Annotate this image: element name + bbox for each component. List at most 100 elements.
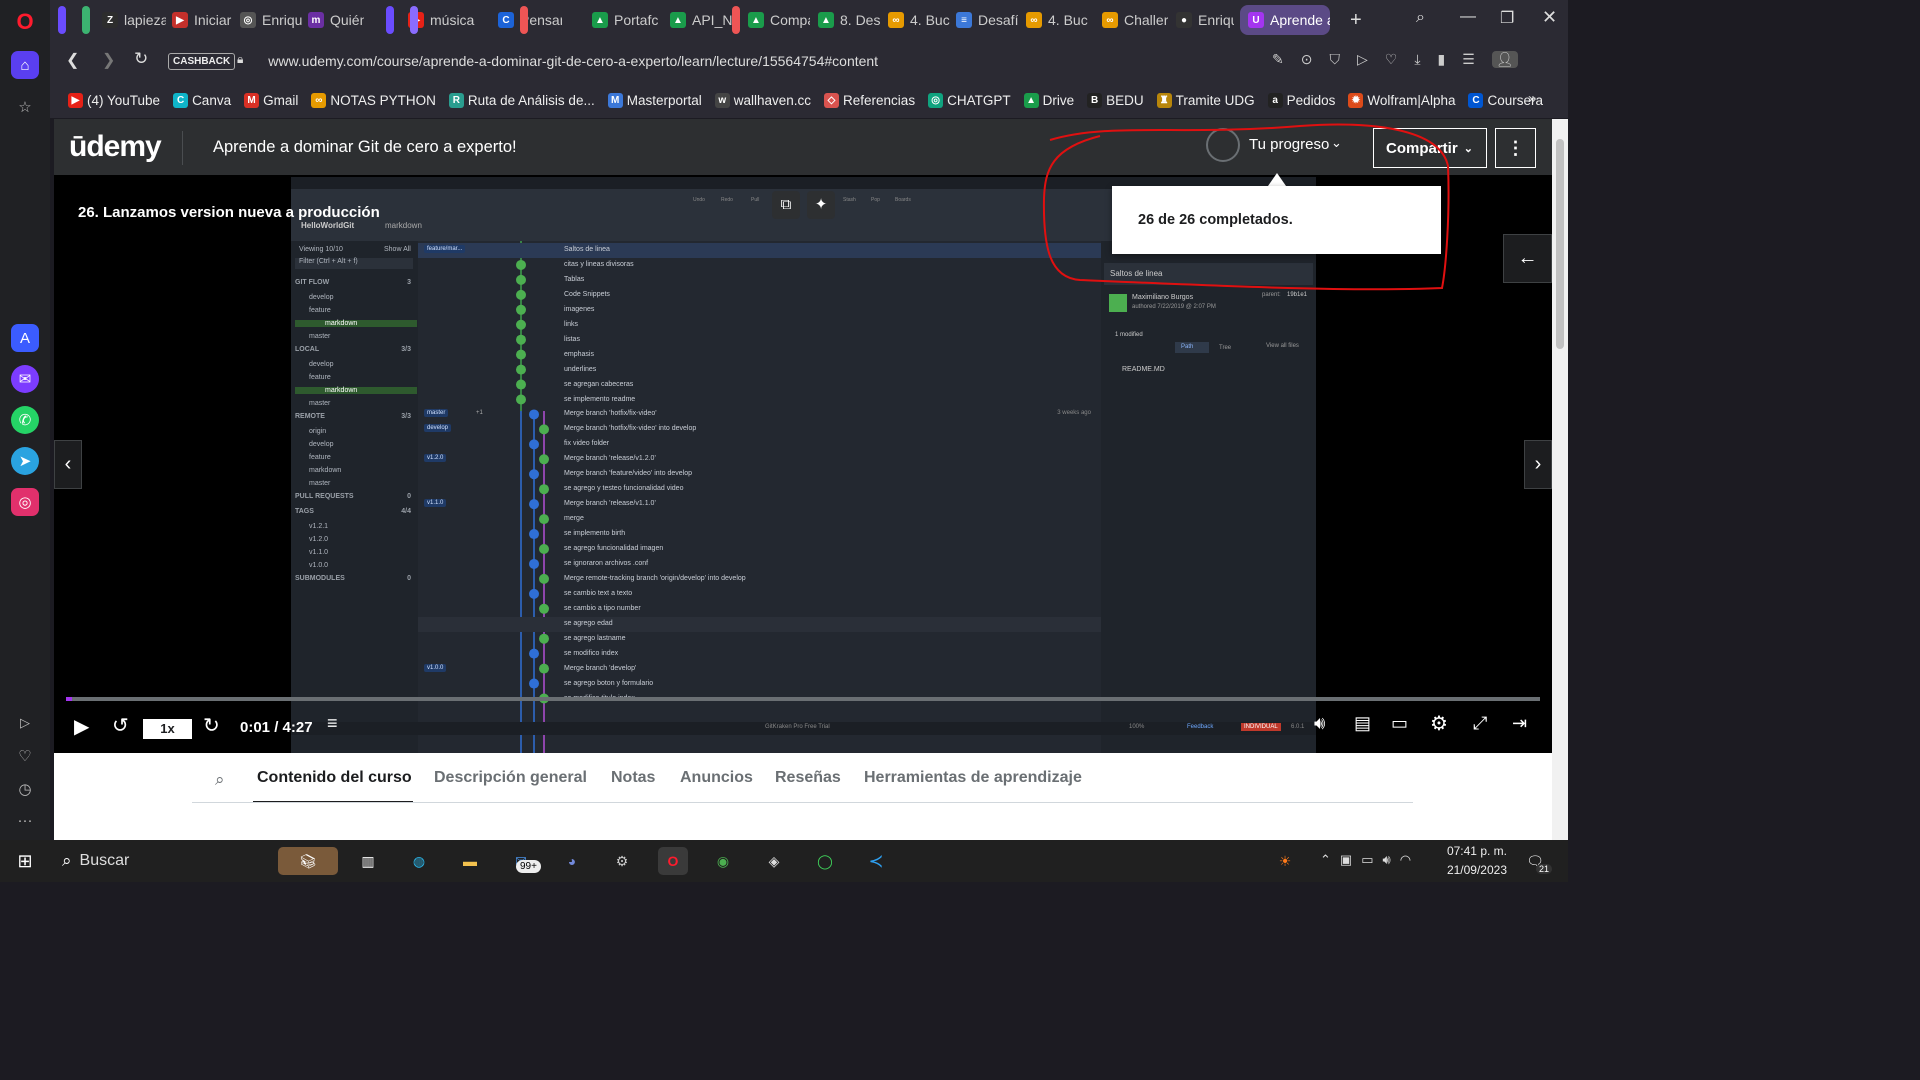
tray-expand-icon[interactable]: ⌃ (1320, 852, 1331, 868)
close-window-button[interactable]: ✕ (1542, 7, 1557, 28)
back-button[interactable]: ❮ (66, 50, 79, 70)
course-tab[interactable]: Anuncios (680, 769, 753, 787)
minimize-button[interactable]: — (1460, 8, 1476, 26)
windows-start-icon[interactable]: ⊞ (10, 847, 40, 875)
whatsapp-icon[interactable]: ✆ (11, 406, 39, 434)
new-tab-button[interactable]: + (1350, 9, 1362, 32)
address-bar[interactable]: CASHBACK 🔒︎ www.udemy.com/course/aprende… (165, 46, 1395, 76)
course-tab[interactable]: Notas (611, 769, 655, 787)
browser-tab[interactable]: ◎ Enriqu (240, 5, 302, 35)
rewind-5-icon[interactable]: ↺ (112, 713, 129, 738)
opera-taskbar-icon[interactable]: O (658, 847, 688, 875)
bookmarks-overflow-icon[interactable]: » (1528, 90, 1536, 107)
previous-lecture-icon[interactable]: ‹ (54, 440, 82, 489)
browser-tab[interactable]: m Quién (308, 5, 364, 35)
page-scrollbar[interactable] (1552, 119, 1568, 840)
vscode-icon[interactable]: ≺ (861, 847, 891, 875)
volume-icon[interactable]: 🔊︎ (1314, 713, 1325, 734)
weather-icon[interactable]: ☀ (1270, 847, 1300, 875)
bookmark-item[interactable]: ♜ Tramite UDG (1156, 92, 1255, 108)
bookmark-item[interactable]: C Canva (173, 92, 231, 108)
browser-tab[interactable]: ▲ 8. Desa (818, 5, 880, 35)
course-title[interactable]: Aprende a dominar Git de cero a experto! (213, 138, 517, 157)
course-tab[interactable]: Contenido del curso (257, 769, 412, 787)
browser-tab[interactable]: U Aprende a do (1240, 5, 1330, 35)
course-tab[interactable]: Herramientas de aprendizaje (864, 769, 1082, 787)
ai-assistant-icon[interactable]: ✦ (807, 191, 835, 219)
bookmark-item[interactable]: ▶ (4) YouTube (68, 92, 160, 108)
bookmark-item[interactable]: M Gmail (244, 92, 298, 108)
playback-speed-button[interactable]: 1x (143, 719, 192, 739)
play-icon[interactable]: ▶ (74, 714, 89, 739)
bookmark-item[interactable]: R Ruta de Análisis de... (448, 92, 595, 108)
battery-saver-icon[interactable]: ▮ (1438, 51, 1446, 68)
cashback-badge[interactable]: CASHBACK (168, 52, 236, 70)
video-progress-track[interactable] (66, 697, 1540, 701)
more-icon[interactable]: ··· (11, 806, 39, 834)
browser-tab[interactable]: ∞ Challer (1102, 5, 1168, 35)
history-icon[interactable]: ◷ (11, 775, 39, 803)
transcript-list-icon[interactable]: ≡ (327, 713, 338, 734)
bookmark-item[interactable]: ◇ Referencias (824, 92, 915, 108)
search-highlight-image[interactable]: 📚︎ (278, 847, 338, 875)
bookmark-item[interactable]: M Masterportal (607, 92, 702, 108)
course-tab[interactable]: Reseñas (775, 769, 841, 787)
more-options-button[interactable]: ⋮ (1495, 128, 1536, 168)
bookmark-item[interactable]: ◎ CHATGPT (928, 92, 1011, 108)
restore-button[interactable]: ❐ (1500, 8, 1514, 28)
bookmark-item[interactable]: B BEDU (1087, 92, 1144, 108)
bookmark-item[interactable]: a Pedidos (1267, 92, 1335, 108)
player-icon[interactable]: ▷ (11, 709, 39, 737)
picture-in-picture-icon[interactable]: ⧉ (772, 191, 800, 219)
instagram-icon[interactable]: ◎ (11, 488, 39, 516)
tray-device-icon[interactable]: ▣ (1340, 852, 1352, 868)
steam-icon[interactable]: ⚙ (607, 847, 637, 875)
send-icon[interactable]: ▷ (1357, 51, 1368, 68)
forward-button[interactable]: ❯ (102, 50, 115, 70)
wifi-icon[interactable]: ◠ (1400, 852, 1411, 868)
open-sidebar-arrow-icon[interactable]: ← (1503, 234, 1552, 283)
bookmark-item[interactable]: ∞ NOTAS PYTHON (311, 92, 436, 108)
task-view-icon[interactable]: ▥ (353, 847, 383, 875)
aria-icon[interactable]: A (11, 324, 39, 352)
opera-logo-icon[interactable]: O (11, 8, 39, 36)
course-tab[interactable]: Descripción general (434, 769, 587, 787)
search-icon[interactable]: ⌕ (215, 770, 225, 790)
browser-tab[interactable]: ▲ Compa (748, 5, 810, 35)
reload-button[interactable]: ↻ (134, 49, 148, 69)
profile-icon[interactable]: 👤︎ (1491, 51, 1518, 68)
edge-icon[interactable]: ◍ (404, 847, 434, 875)
lock-icon[interactable]: 🔒︎ (237, 52, 243, 67)
fullscreen-icon[interactable]: ⤢ (1473, 713, 1487, 734)
discord-icon[interactable]: ◕ (557, 847, 587, 875)
browser-tab[interactable]: Zlapieza (102, 5, 166, 35)
app-ring-icon[interactable]: ◯ (810, 847, 840, 875)
chrome-icon[interactable]: ◉ (708, 847, 738, 875)
heart-icon[interactable]: ♡ (1385, 51, 1398, 68)
bookmark-item[interactable]: ✹ Wolfram|Alpha (1348, 92, 1455, 108)
home-icon[interactable]: ⌂ (11, 51, 39, 79)
clock-date[interactable]: 21/09/2023 (1443, 863, 1507, 877)
search-tabs-icon[interactable]: ⌕ (1416, 9, 1425, 27)
url-text[interactable]: www.udemy.com/course/aprende-a-dominar-g… (268, 53, 878, 69)
browser-tab[interactable]: ▶ Iniciar (172, 5, 234, 35)
bookmark-item[interactable]: ▲ Drive (1023, 92, 1074, 108)
browser-tab[interactable]: CPensan (498, 5, 562, 35)
shield-icon[interactable]: ⛉ (1329, 51, 1340, 68)
camera-icon[interactable]: ⊙ (1301, 51, 1313, 68)
telegram-icon[interactable]: ➤ (11, 447, 39, 475)
notes-icon[interactable]: ▤ (1354, 713, 1371, 734)
overwatch-icon[interactable]: ◈ (759, 847, 789, 875)
volume-icon[interactable]: 🔊︎ (1383, 852, 1391, 868)
forward-5-icon[interactable]: ↻ (203, 713, 220, 738)
download-icon[interactable]: ⤓ (1414, 51, 1420, 68)
udemy-logo[interactable]: ūdemy (69, 130, 162, 164)
expand-theater-icon[interactable]: ⇥ (1512, 713, 1527, 734)
taskbar-search[interactable]: ⌕ Buscar (52, 845, 282, 877)
clock-time[interactable]: 07:41 p. m. (1443, 844, 1507, 858)
browser-tab[interactable]: ∞ 4. Bucl (888, 5, 950, 35)
heart-icon[interactable]: ♡ (11, 742, 39, 770)
settings-gear-icon[interactable]: ⚙ (1430, 711, 1448, 736)
browser-tab[interactable]: ≡ Desafío (956, 5, 1018, 35)
browser-tab[interactable]: ● Enriqu (1176, 5, 1234, 35)
